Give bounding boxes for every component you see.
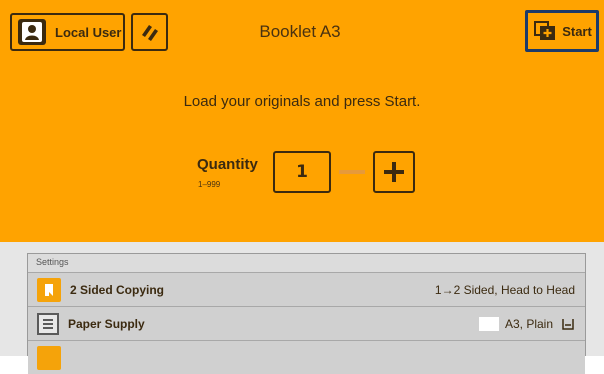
paper-color-swatch: [478, 316, 499, 331]
settings-row-label: Paper Supply: [68, 316, 145, 331]
quantity-range: 1–999: [198, 180, 221, 189]
quantity-input[interactable]: 1: [273, 151, 331, 193]
settings-row-value: 1→2 Sided, Head to Head: [434, 282, 575, 297]
double-slash-pen-icon: [141, 25, 158, 41]
paper-tray-icon: [37, 312, 59, 335]
instruction-text: Load your originals and press Start.: [183, 93, 421, 110]
edit-pen-button[interactable]: [131, 13, 168, 51]
settings-row-2-sided-copying[interactable]: 2 Sided Copying 1→2 Sided, Head to Head: [28, 272, 585, 306]
page-title: Booklet A3: [259, 22, 341, 41]
user-avatar-icon: [18, 19, 46, 45]
increase-quantity-button[interactable]: [373, 151, 415, 193]
start-button[interactable]: Start: [525, 10, 599, 52]
quantity-label: Quantity: [197, 156, 258, 173]
paper-tray-small-icon: [562, 318, 574, 330]
settings-row-paper-supply[interactable]: Paper Supply A3, Plain: [28, 306, 585, 340]
settings-row-value: A3, Plain: [504, 316, 553, 331]
plus-icon: [384, 162, 404, 182]
settings-row-partial[interactable]: [28, 340, 585, 374]
minus-icon: [339, 170, 365, 174]
decrease-quantity-button[interactable]: [334, 151, 370, 193]
two-sided-copy-icon: [37, 277, 61, 302]
local-user-label: Local User: [55, 24, 122, 40]
copy-start-icon: [534, 21, 556, 40]
local-user-button[interactable]: Local User: [10, 13, 125, 51]
settings-row-label: 2 Sided Copying: [70, 282, 165, 297]
settings-panel: Settings 2 Sided Copying 1→2 Sided, Head…: [27, 253, 586, 374]
settings-row-value-wrap: A3, Plain: [478, 316, 575, 331]
setting-icon: [37, 345, 61, 370]
start-label: Start: [562, 23, 592, 39]
settings-title: Settings: [36, 257, 69, 267]
